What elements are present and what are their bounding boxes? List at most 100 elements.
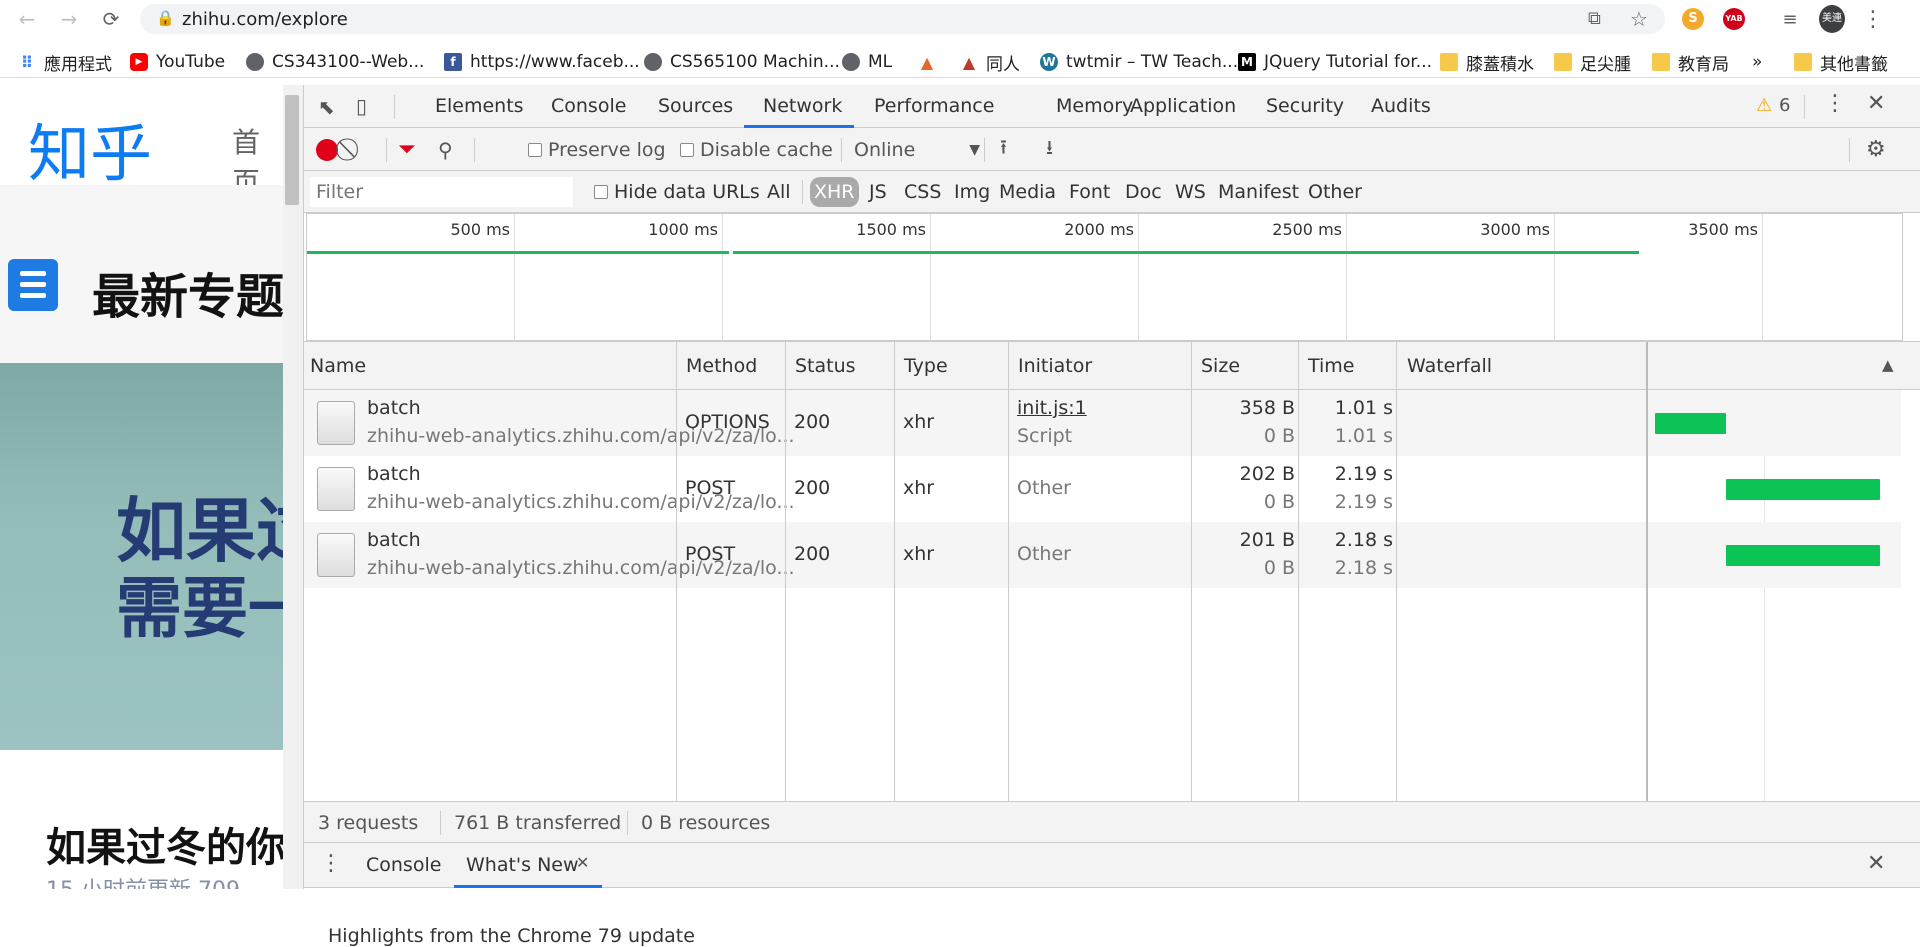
bookmark-youtube[interactable]: ▶ YouTube: [130, 50, 225, 74]
transferred-size: 761 B transferred: [454, 812, 622, 834]
col-time[interactable]: Time: [1302, 342, 1355, 390]
filter-media[interactable]: Media: [995, 177, 1060, 207]
close-devtools-icon[interactable]: ✕: [1867, 91, 1885, 116]
import-har-icon[interactable]: ⭱: [1000, 128, 1007, 171]
tab-network[interactable]: Network: [763, 85, 842, 128]
warning-count[interactable]: 6: [1779, 95, 1790, 116]
translate-icon[interactable]: ⧉: [1588, 8, 1601, 29]
warning-icon[interactable]: ⚠: [1756, 95, 1772, 116]
col-name[interactable]: Name: [304, 342, 366, 390]
filter-css[interactable]: CSS: [900, 177, 945, 207]
record-button[interactable]: [316, 128, 338, 171]
filter-img[interactable]: Img: [950, 177, 994, 207]
col-status[interactable]: Status: [789, 342, 856, 390]
reload-icon[interactable]: ⟳: [98, 6, 124, 32]
filter-xhr[interactable]: XHR: [810, 177, 859, 207]
col-method[interactable]: Method: [680, 342, 757, 390]
forward-arrow-icon[interactable]: →: [56, 6, 82, 32]
hide-data-urls-checkbox[interactable]: Hide data URLs: [594, 171, 760, 213]
youtube-icon: ▶: [130, 53, 148, 71]
export-har-icon[interactable]: ⭳: [1046, 128, 1053, 171]
zhihu-logo[interactable]: 知乎: [28, 103, 152, 193]
more-vert-icon[interactable]: ⋮: [1860, 6, 1886, 32]
device-toolbar-icon[interactable]: ▯: [356, 94, 367, 118]
drawer-tab-console[interactable]: Console: [366, 843, 441, 888]
request-size: 202 B: [1239, 463, 1295, 485]
preserve-log-checkbox[interactable]: Preserve log: [528, 128, 666, 171]
tab-sources[interactable]: Sources: [658, 85, 733, 128]
filter-input[interactable]: [310, 177, 573, 207]
banner-text-line2: 需要一: [116, 570, 283, 647]
bookmark-facebook[interactable]: f https://www.faceb...: [444, 50, 640, 74]
question-title[interactable]: 如果过冬的你: [46, 815, 283, 873]
bookmark-folder-3[interactable]: 教育局: [1652, 50, 1729, 75]
extension-s-icon[interactable]: S: [1680, 6, 1706, 32]
drawer-menu-icon[interactable]: ⋮: [320, 851, 342, 876]
close-drawer-icon[interactable]: ✕: [1867, 851, 1885, 876]
disable-cache-checkbox[interactable]: Disable cache: [680, 128, 833, 171]
bookmark-tongren[interactable]: ▲ 同人: [960, 50, 1020, 75]
initiator-link[interactable]: init.js:1: [1017, 397, 1087, 419]
facebook-icon: f: [444, 53, 462, 71]
drawer-tab-whats-new[interactable]: What's New: [466, 843, 579, 888]
tab-audits[interactable]: Audits: [1371, 85, 1431, 128]
settings-gear-icon[interactable]: ⚙: [1866, 128, 1886, 171]
filter-ws[interactable]: WS: [1171, 177, 1210, 207]
request-size: 358 B: [1239, 397, 1295, 419]
url-text[interactable]: zhihu.com/explore: [182, 9, 348, 30]
bookmarks-overflow[interactable]: »: [1752, 50, 1762, 74]
bookmark-cs343100[interactable]: CS343100--Web...: [246, 50, 424, 74]
lock-icon: 🔒: [156, 9, 175, 27]
address-bar[interactable]: 🔒 zhihu.com/explore ⧉ ☆: [140, 4, 1665, 34]
search-icon[interactable]: ⚲: [438, 128, 453, 171]
bookmark-matlab[interactable]: ▲: [918, 50, 944, 74]
tab-memory[interactable]: Memory: [1056, 85, 1133, 128]
overview-timeline[interactable]: 500 ms 1000 ms 1500 ms 2000 ms 2500 ms 3…: [306, 213, 1903, 342]
tab-performance[interactable]: Performance: [874, 85, 994, 128]
tab-security[interactable]: Security: [1266, 85, 1344, 128]
bookmark-twtmir[interactable]: Wtwtmir – TW Teach...: [1040, 50, 1238, 74]
tab-elements[interactable]: Elements: [435, 85, 524, 128]
section-title: 最新专题: [92, 269, 283, 325]
close-tab-icon[interactable]: ✕: [576, 853, 589, 872]
filter-manifest[interactable]: Manifest: [1214, 177, 1303, 207]
bookmark-cs565100[interactable]: CS565100 Machin...: [644, 50, 840, 74]
bookmark-jquery[interactable]: M JQuery Tutorial for...: [1238, 50, 1432, 74]
col-size[interactable]: Size: [1195, 342, 1240, 390]
extension-yab-icon[interactable]: YAB: [1721, 6, 1747, 32]
apps-grid-icon: ⠿: [20, 52, 34, 72]
bookmark-folder-2[interactable]: 足尖腫: [1554, 50, 1631, 75]
filter-bar: Hide data URLs All XHR JS CSS Img Media …: [304, 171, 1920, 213]
sort-up-icon[interactable]: ▲: [1882, 356, 1894, 374]
page-scrollbar[interactable]: [283, 85, 303, 889]
table-row[interactable]: batch zhihu-web-analytics.zhihu.com/api/…: [304, 456, 1901, 522]
tab-application[interactable]: Application: [1130, 85, 1236, 128]
filter-js[interactable]: JS: [865, 177, 891, 207]
throttle-select[interactable]: Online ▼: [854, 128, 980, 171]
col-waterfall[interactable]: Waterfall: [1401, 342, 1492, 390]
filter-doc[interactable]: Doc: [1121, 177, 1166, 207]
col-type[interactable]: Type: [898, 342, 948, 390]
filter-all[interactable]: All: [763, 177, 795, 207]
table-row[interactable]: batch zhihu-web-analytics.zhihu.com/api/…: [304, 390, 1901, 456]
tick-label: 2000 ms: [1064, 220, 1134, 239]
bookmark-ml[interactable]: ML: [842, 50, 892, 74]
table-row[interactable]: batch zhihu-web-analytics.zhihu.com/api/…: [304, 522, 1901, 588]
filter-font[interactable]: Font: [1065, 177, 1114, 207]
media-control-icon[interactable]: ≡: [1777, 6, 1803, 32]
profile-avatar[interactable]: 美連: [1819, 5, 1845, 33]
filter-other[interactable]: Other: [1304, 177, 1366, 207]
bookmark-folder-1[interactable]: 膝蓋積水: [1440, 50, 1534, 75]
initiator: Other: [1017, 477, 1071, 499]
bookmark-other[interactable]: 其他書籤: [1794, 50, 1888, 75]
inspect-element-icon[interactable]: ⬉: [318, 95, 335, 119]
bookmark-apps[interactable]: ⠿ 應用程式: [18, 50, 112, 75]
back-arrow-icon[interactable]: ←: [14, 6, 40, 32]
devtools-menu-icon[interactable]: ⋮: [1824, 91, 1846, 116]
file-icon: [317, 467, 355, 511]
star-icon[interactable]: ☆: [1630, 7, 1648, 31]
scrollbar-thumb[interactable]: [285, 95, 299, 205]
tab-console[interactable]: Console: [551, 85, 626, 128]
col-initiator[interactable]: Initiator: [1012, 342, 1092, 390]
filter-funnel-icon[interactable]: ⏷: [398, 128, 416, 171]
